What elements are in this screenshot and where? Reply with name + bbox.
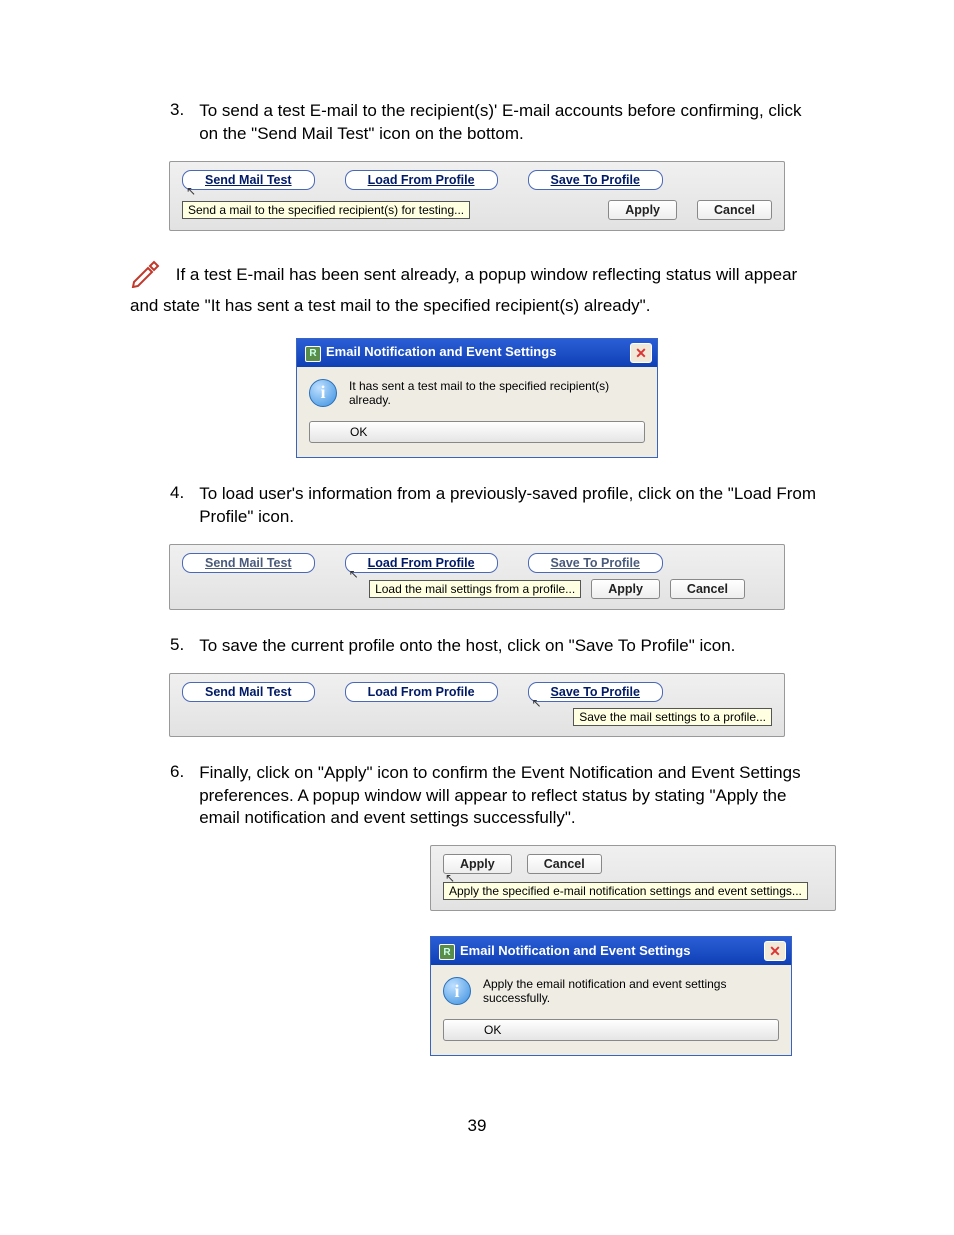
note-paragraph: If a test E-mail has been sent already, … <box>130 256 824 318</box>
step-number: 4. <box>170 483 184 529</box>
step-6: 6. Finally, click on "Apply" icon to con… <box>170 762 824 831</box>
cursor-icon: ↖ <box>186 184 196 198</box>
tooltip-save-profile: Save the mail settings to a profile... <box>573 708 772 726</box>
info-icon: i <box>443 977 471 1005</box>
apply-button[interactable]: Apply <box>608 200 677 220</box>
cursor-icon: ↖ <box>349 567 359 581</box>
info-icon: i <box>309 379 337 407</box>
hand-write-icon <box>130 256 166 295</box>
app-icon: R <box>439 944 455 960</box>
step-4: 4. To load user's information from a pre… <box>170 483 824 529</box>
step-text: To send a test E-mail to the recipient(s… <box>199 100 824 146</box>
save-to-profile-button[interactable]: Save To Profile <box>528 682 663 702</box>
dialog-message: Apply the email notification and event s… <box>483 977 779 1005</box>
panel-send-mail-test: Send Mail Test ↖ Load From Profile Save … <box>169 161 785 231</box>
cancel-button[interactable]: Cancel <box>697 200 772 220</box>
load-from-profile-button[interactable]: Load From Profile <box>345 170 498 190</box>
panel-load-from-profile: Send Mail Test Load From Profile ↖ Save … <box>169 544 785 610</box>
step-5: 5. To save the current profile onto the … <box>170 635 824 658</box>
send-mail-test-button[interactable]: Send Mail Test <box>182 170 315 190</box>
ok-button[interactable]: OK <box>443 1019 779 1041</box>
tooltip-apply: Apply the specified e-mail notification … <box>443 882 808 900</box>
load-from-profile-button[interactable]: Load From Profile <box>345 553 498 573</box>
step-3: 3. To send a test E-mail to the recipien… <box>170 100 824 146</box>
page-number: 39 <box>130 1116 824 1136</box>
dialog-titlebar: R Email Notification and Event Settings ✕ <box>297 339 657 367</box>
cancel-button[interactable]: Cancel <box>527 854 602 874</box>
panel-save-to-profile: Send Mail Test Load From Profile Save To… <box>169 673 785 737</box>
step-text: To save the current profile onto the hos… <box>199 635 735 658</box>
note-text: If a test E-mail has been sent already, … <box>130 265 797 315</box>
tooltip-send-mail-test: Send a mail to the specified recipient(s… <box>182 201 470 219</box>
step-number: 5. <box>170 635 184 658</box>
dialog-apply-success: R Email Notification and Event Settings ✕… <box>430 936 792 1056</box>
app-icon: R <box>305 346 321 362</box>
ok-button[interactable]: OK <box>309 421 645 443</box>
step-number: 3. <box>170 100 184 146</box>
step-text: Finally, click on "Apply" icon to confir… <box>199 762 824 831</box>
load-from-profile-button[interactable]: Load From Profile <box>345 682 498 702</box>
save-to-profile-button[interactable]: Save To Profile <box>528 170 663 190</box>
send-mail-test-button[interactable]: Send Mail Test <box>182 682 315 702</box>
dialog-message: It has sent a test mail to the specified… <box>349 379 645 407</box>
dialog-test-mail-sent: R Email Notification and Event Settings ✕… <box>296 338 658 458</box>
tooltip-load-profile: Load the mail settings from a profile... <box>369 580 581 598</box>
dialog-titlebar: R Email Notification and Event Settings ✕ <box>431 937 791 965</box>
step-text: To load user's information from a previo… <box>199 483 824 529</box>
close-icon[interactable]: ✕ <box>764 941 786 961</box>
step-number: 6. <box>170 762 184 831</box>
dialog-title-text: Email Notification and Event Settings <box>326 344 556 359</box>
panel-apply: Apply ↖ Cancel Apply the specified e-mai… <box>430 845 836 911</box>
save-to-profile-button[interactable]: Save To Profile <box>528 553 663 573</box>
apply-button[interactable]: Apply <box>591 579 660 599</box>
cancel-button[interactable]: Cancel <box>670 579 745 599</box>
close-icon[interactable]: ✕ <box>630 343 652 363</box>
send-mail-test-button[interactable]: Send Mail Test <box>182 553 315 573</box>
dialog-title-text: Email Notification and Event Settings <box>460 943 690 958</box>
cursor-icon: ↖ <box>532 696 542 710</box>
cursor-icon: ↖ <box>445 871 455 885</box>
